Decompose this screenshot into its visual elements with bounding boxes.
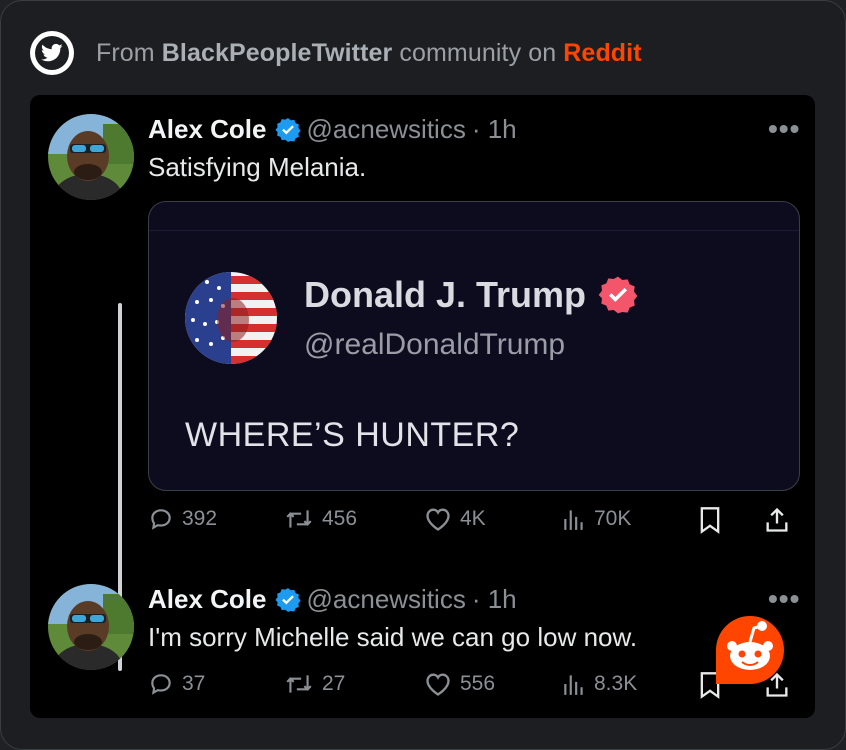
share-button[interactable] xyxy=(763,506,791,539)
repost-icon xyxy=(286,675,312,693)
tweet1-author-row: Alex Cole @acnewsitics · 1h xyxy=(148,114,517,145)
author-handle[interactable]: @acnewsitics xyxy=(307,114,466,145)
views-icon xyxy=(564,510,583,530)
share-icon xyxy=(766,507,788,532)
repost-icon xyxy=(286,510,312,528)
quoted-avatar xyxy=(185,272,277,364)
repost-button[interactable]: 456 xyxy=(284,506,357,532)
views-button[interactable]: 8.3K xyxy=(562,671,637,697)
like-button[interactable]: 4K xyxy=(424,506,486,532)
like-icon xyxy=(426,508,450,531)
author-handle[interactable]: @acnewsitics xyxy=(307,584,466,615)
bookmark-icon xyxy=(700,507,720,534)
header-prefix: From xyxy=(96,38,162,67)
repost-count: 456 xyxy=(322,507,358,530)
quoted-name-text: Donald J. Trump xyxy=(304,274,587,315)
quoted-author-name: Donald J. Trump xyxy=(304,274,638,316)
author-name[interactable]: Alex Cole xyxy=(148,584,267,615)
screenshot-divider xyxy=(149,230,799,231)
views-button[interactable]: 70K xyxy=(562,506,631,532)
tweet1-action-bar: 392 456 4K 70K xyxy=(148,506,798,540)
reply-icon xyxy=(151,509,171,530)
repost-count: 27 xyxy=(322,672,346,695)
reddit-snoo-icon xyxy=(712,612,788,688)
quoted-handle: @realDonaldTrump xyxy=(304,328,566,361)
author-name[interactable]: Alex Cole xyxy=(148,114,267,145)
reply-icon xyxy=(151,674,171,695)
twitter-bird-icon xyxy=(30,31,74,75)
tweet-time[interactable]: · 1h xyxy=(472,584,517,615)
tweet-text: I'm sorry Michelle said we can go low no… xyxy=(148,622,638,652)
reply-count: 37 xyxy=(182,672,206,695)
reddit-link[interactable]: Reddit xyxy=(563,39,641,67)
like-icon xyxy=(426,673,450,696)
like-count: 556 xyxy=(460,672,496,695)
verified-badge-icon xyxy=(274,117,301,143)
verified-badge-icon xyxy=(598,275,638,315)
like-button[interactable]: 556 xyxy=(424,671,495,697)
verified-badge-icon xyxy=(274,587,301,613)
like-count: 4K xyxy=(460,507,486,530)
reply-button[interactable]: 37 xyxy=(148,671,205,697)
quoted-text: WHERE’S HUNTER? xyxy=(185,416,520,454)
header-source-text: From BlackPeopleTwitter community on Red… xyxy=(96,39,642,68)
more-options-button[interactable]: ••• xyxy=(768,113,800,145)
reply-count: 392 xyxy=(182,507,218,530)
views-count: 8.3K xyxy=(594,672,638,695)
more-options-button[interactable]: ••• xyxy=(768,583,800,615)
avatar[interactable] xyxy=(48,584,134,670)
avatar[interactable] xyxy=(48,114,134,200)
repost-button[interactable]: 27 xyxy=(284,671,345,697)
tweet-text: Satisfying Melania. xyxy=(148,152,367,182)
quoted-post[interactable]: Donald J. Trump @realDonaldTrump WHERE’S… xyxy=(148,201,800,491)
views-icon xyxy=(564,675,583,695)
tweet2-author-row: Alex Cole @acnewsitics · 1h xyxy=(148,584,517,615)
community-link[interactable]: BlackPeopleTwitter xyxy=(162,39,393,67)
tweet-thread-card: Alex Cole @acnewsitics · 1h ••• Satisfyi… xyxy=(30,95,815,718)
bookmark-button[interactable] xyxy=(698,506,722,539)
views-count: 70K xyxy=(594,507,632,530)
tweet2-action-bar: 37 27 556 8.3K xyxy=(148,671,798,705)
tweet-time[interactable]: · 1h xyxy=(472,114,517,145)
header-middle: community on xyxy=(392,38,564,67)
embed-header: From BlackPeopleTwitter community on Red… xyxy=(30,30,642,76)
reply-button[interactable]: 392 xyxy=(148,506,217,532)
